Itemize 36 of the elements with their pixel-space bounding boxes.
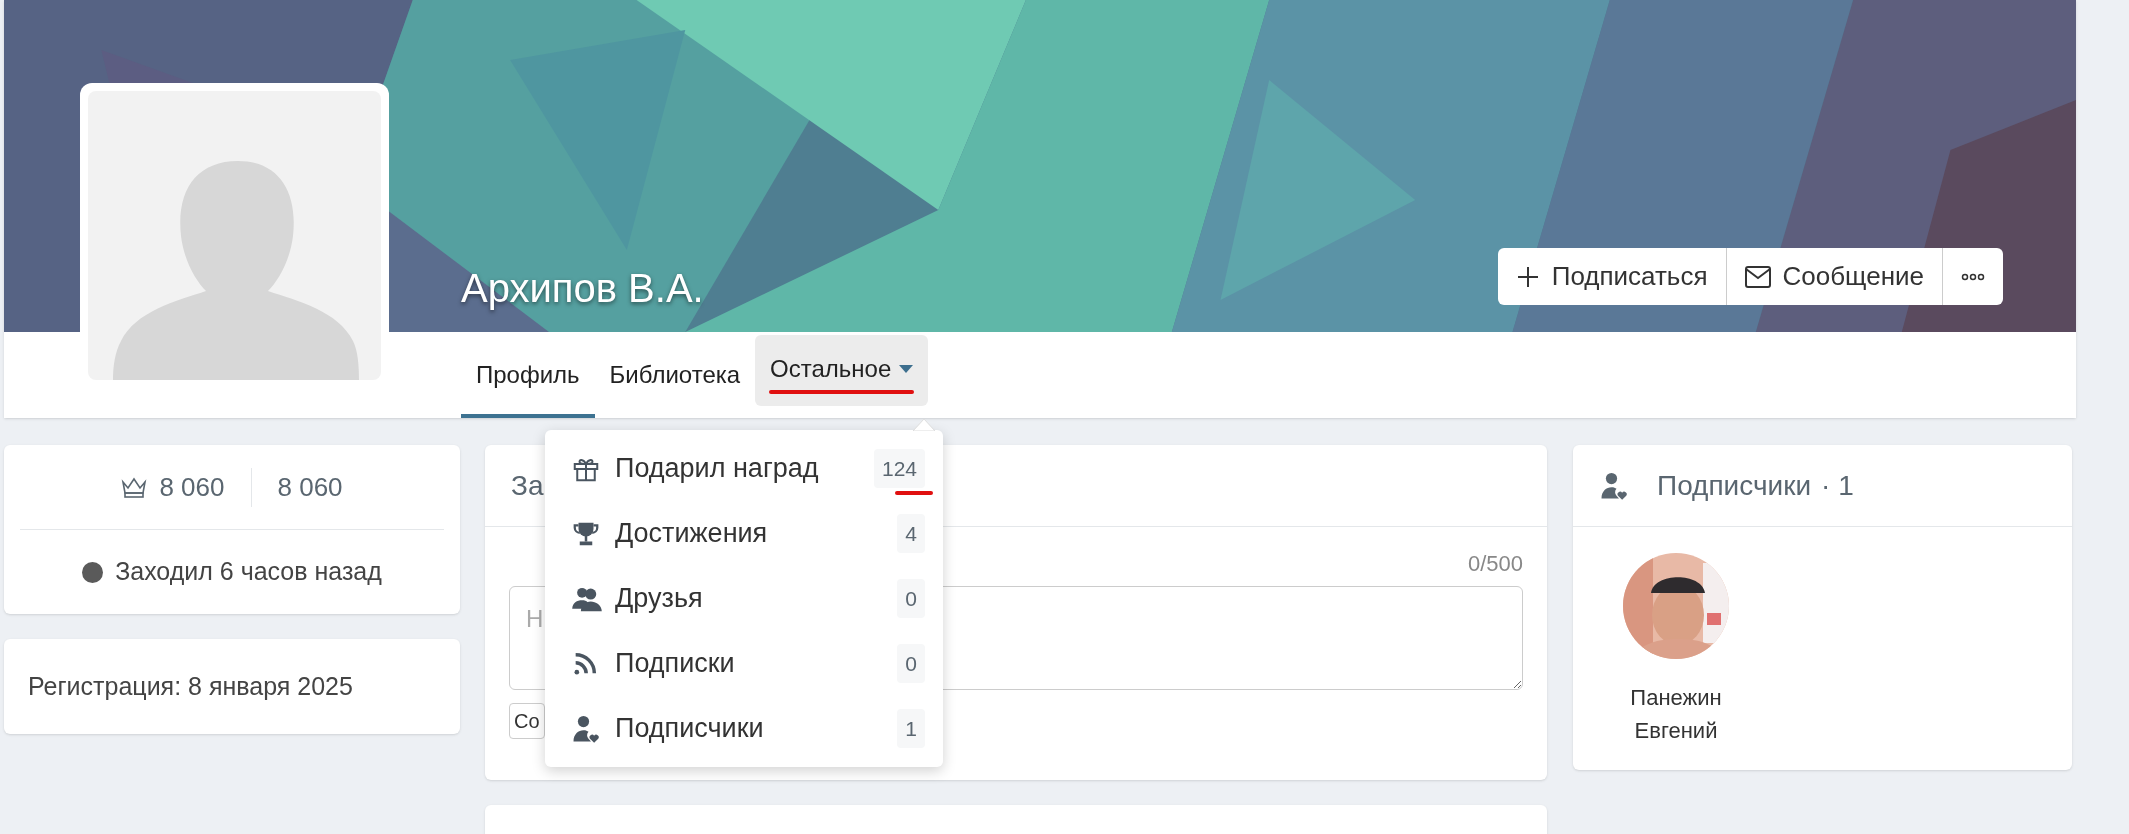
card-title: За <box>511 468 544 503</box>
menu-item[interactable]: Подарил наград 124 <box>545 436 943 501</box>
person-heart-icon <box>1599 470 1629 501</box>
rating-value: 8 060 <box>159 470 225 504</box>
registration-text: Регистрация: 8 января 2025 <box>28 670 353 702</box>
separator-dot: · <box>1821 468 1831 503</box>
person-heart-icon <box>571 713 601 744</box>
menu-item-label: Подарил наград <box>615 452 820 486</box>
points-value: 8 060 <box>276 470 343 504</box>
menu-item[interactable]: Подписчики 1 <box>545 696 943 761</box>
subscribe-button[interactable]: Подписаться <box>1497 248 1726 305</box>
count-badge: 1 <box>897 708 925 749</box>
dropdown-tab[interactable]: Остальное <box>755 335 929 406</box>
count-text: 1 <box>1838 468 1854 503</box>
count-badge: 0 <box>897 578 925 619</box>
plus-icon <box>1515 264 1540 289</box>
crown-icon <box>121 476 148 498</box>
count-badge: 4 <box>897 513 925 554</box>
count-badge: 0 <box>897 643 925 684</box>
menu-item[interactable]: Достижения 4 <box>545 501 943 566</box>
follower-name[interactable]: Панежин Евгений <box>1630 681 1722 747</box>
menu-item-label: Подписчики <box>615 712 765 746</box>
menu-item-label: Достижения <box>615 517 769 551</box>
character-counter: 0/500 <box>1467 550 1523 578</box>
last-seen-text: Заходил 6 часов назад <box>115 556 382 588</box>
submit-button[interactable]: Со <box>509 703 545 739</box>
tab[interactable]: Профиль <box>461 335 595 418</box>
count-badge: 124 <box>873 448 925 489</box>
profile-name: Архипов В.А. <box>461 265 704 312</box>
more-icon <box>1961 272 1985 281</box>
card-title: Подписчики <box>1657 468 1812 503</box>
caret-icon <box>899 364 914 373</box>
tab[interactable]: Библиотека <box>594 335 756 418</box>
message-button[interactable]: Сообщение <box>1725 248 1942 305</box>
envelope-icon <box>1744 265 1771 288</box>
menu-item-label: Подписки <box>615 647 736 681</box>
